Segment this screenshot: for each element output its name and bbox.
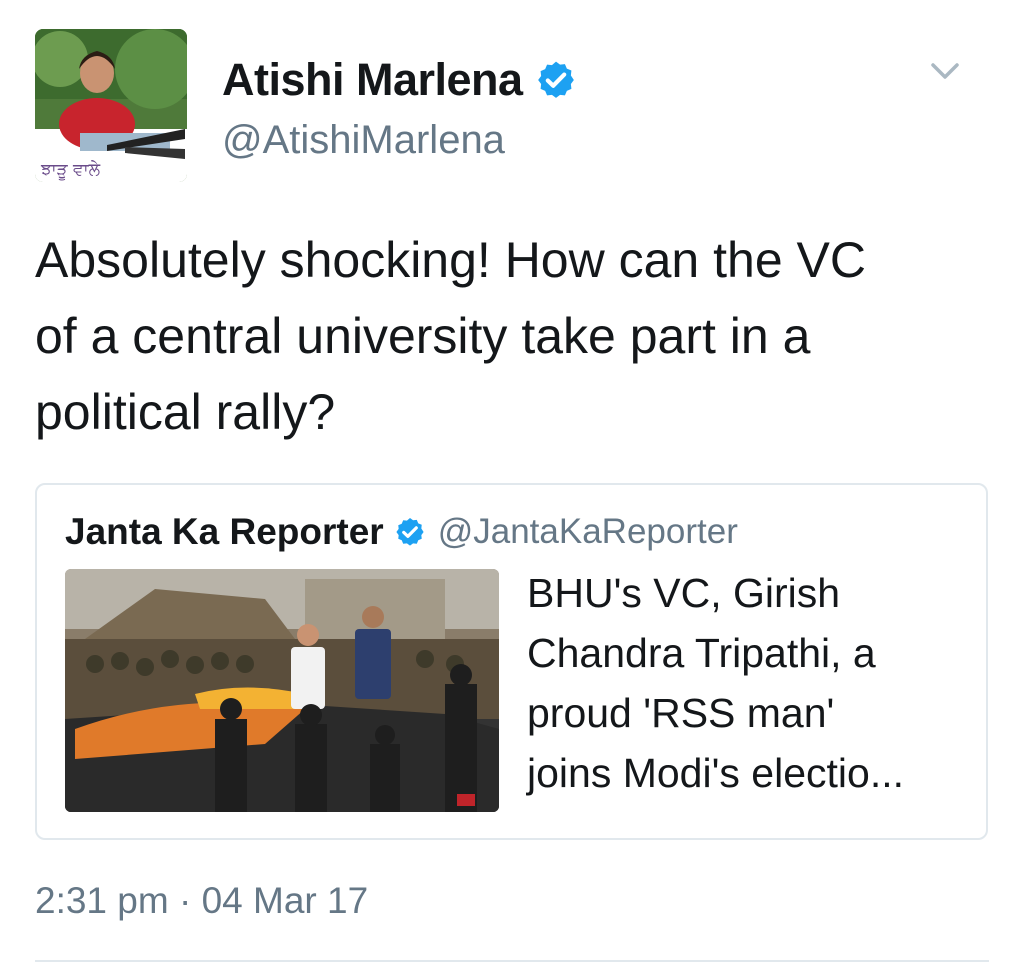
quoted-author-handle: @JantaKaReporter xyxy=(437,512,738,551)
verified-badge-icon xyxy=(535,59,577,101)
author-display-name[interactable]: Atishi Marlena xyxy=(222,54,523,106)
quoted-author-name: Janta Ka Reporter xyxy=(65,511,384,552)
quoted-tweet-image[interactable] xyxy=(65,569,499,812)
tweet-timestamp[interactable]: 2:31 pm · 04 Mar 17 xyxy=(35,880,368,922)
avatar-image: ਝਾੜੂ ਵਾਲੇ xyxy=(35,29,187,182)
quoted-tweet-header: Janta Ka Reporter @JantaKaReporter xyxy=(65,507,738,557)
tweet-text: Absolutely shocking! How can the VC of a… xyxy=(35,232,866,440)
chevron-down-icon[interactable] xyxy=(928,54,962,88)
author-handle[interactable]: @AtishiMarlena xyxy=(222,118,505,163)
verified-badge-icon xyxy=(394,516,426,548)
divider xyxy=(35,960,989,962)
avatar-caption: ਝਾੜੂ ਵਾਲੇ xyxy=(40,160,101,180)
quoted-tweet-text: BHU's VC, Girish Chandra Tripathi, a pro… xyxy=(527,570,904,796)
avatar[interactable]: ਝਾੜੂ ਵਾਲੇ xyxy=(35,29,187,182)
author-name-row: Atishi Marlena xyxy=(222,52,577,108)
quoted-tweet-card[interactable]: Janta Ka Reporter @JantaKaReporter BHU's… xyxy=(35,483,988,840)
